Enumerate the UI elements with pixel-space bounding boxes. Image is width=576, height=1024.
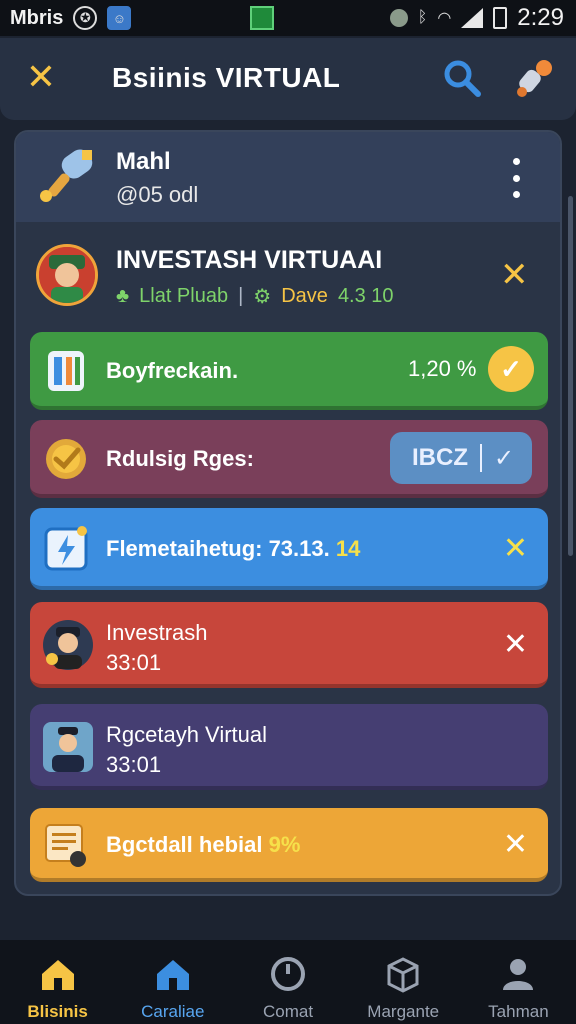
bluetooth-icon: ᛒ xyxy=(417,9,428,26)
row-sub: 33:01 xyxy=(106,752,162,777)
app-notification-icon: ☺ xyxy=(107,6,132,30)
meta-right-value: 4.3 10 xyxy=(337,285,394,307)
certificate-icon xyxy=(45,824,86,867)
signal-icon xyxy=(461,8,484,28)
close-icon[interactable]: ✕ xyxy=(503,630,528,660)
rocket-icon[interactable] xyxy=(510,54,558,102)
nav-label: Tahman xyxy=(488,1002,549,1021)
list-item[interactable]: Boyfreckain. 1,20 % ✓ xyxy=(30,332,548,410)
close-icon[interactable]: ✕ xyxy=(503,830,528,860)
nav-item-house[interactable]: Caraliae xyxy=(115,940,230,1024)
row-label: Bgctdall hebial xyxy=(106,832,263,857)
row-sub: 33:01 xyxy=(106,650,162,675)
account-subtitle: @05 odl xyxy=(116,182,199,207)
row-highlight: 9% xyxy=(268,832,301,857)
home-icon xyxy=(41,960,74,990)
clock-icon xyxy=(271,957,305,991)
pill-text: IBCZ xyxy=(412,444,468,471)
row-label: Rgcetayh Virtual xyxy=(106,722,268,747)
lightning-icon xyxy=(44,526,88,571)
code-toggle[interactable]: IBCZ ✓ xyxy=(390,432,532,484)
avatar xyxy=(36,244,98,306)
meta-divider: | xyxy=(238,285,244,307)
brush-icon xyxy=(40,149,93,202)
nav-item-clock[interactable]: Comat xyxy=(230,940,345,1024)
row-highlight: 14 xyxy=(335,536,361,561)
nav-item-box[interactable]: Margante xyxy=(346,940,461,1024)
carrier-label: Mbris xyxy=(10,6,64,29)
meta-right-label: Dave xyxy=(281,285,328,307)
badge-check-icon xyxy=(46,439,86,479)
list-item[interactable]: Bgctdall hebial 9% ✕ xyxy=(30,808,548,882)
scrollbar[interactable] xyxy=(568,196,573,556)
document-icon xyxy=(48,351,84,391)
gear-icon: ⚙ xyxy=(253,286,272,308)
battery-icon xyxy=(493,7,508,29)
row-label: Rdulsig Rges: xyxy=(106,446,254,471)
nav-label: Caraliae xyxy=(141,1002,205,1021)
clock-time: 2:29 xyxy=(517,4,564,31)
status-dot-icon xyxy=(389,9,408,27)
account-card[interactable]: Mahl @05 odl xyxy=(16,132,560,222)
profile-title: INVESTASH VIRTUAAI xyxy=(116,246,383,274)
person-avatar-icon xyxy=(39,247,95,303)
list-item[interactable]: Investrash 33:01 ✕ xyxy=(30,602,548,688)
row-label: Investrash xyxy=(106,620,208,645)
bottom-nav: Blisinis Caraliae Comat Margante Tahman xyxy=(0,940,576,1024)
more-options-icon[interactable] xyxy=(506,158,526,198)
account-name: Mahl xyxy=(116,148,171,175)
nav-item-user[interactable]: Tahman xyxy=(461,940,576,1024)
list-item[interactable]: Rdulsig Rges: IBCZ ✓ xyxy=(30,420,548,498)
main-panel: Mahl @05 odl INVESTASH VIRTUAAI ♣ Llat P… xyxy=(14,130,562,896)
list-item[interactable]: Rgcetayh Virtual 33:01 xyxy=(30,704,548,790)
person-avatar-icon xyxy=(43,620,93,670)
pill-divider xyxy=(480,444,482,472)
box-icon xyxy=(387,957,419,993)
user-icon xyxy=(503,959,534,990)
wifi-icon: ◠ xyxy=(437,10,452,27)
row-label: Flemetaihetug: 73.13. xyxy=(106,536,330,561)
profile-meta: ♣ Llat Pluab | ⚙ Dave 4.3 10 xyxy=(116,284,394,309)
person-avatar-icon xyxy=(43,722,93,772)
row-label: Boyfreckain. xyxy=(106,358,239,383)
nav-label: Margante xyxy=(367,1002,440,1021)
profile-header: INVESTASH VIRTUAAI ♣ Llat Pluab | ⚙ Dave… xyxy=(16,228,560,328)
house-icon xyxy=(156,960,189,990)
notification-icon: ✪ xyxy=(73,6,98,30)
meta-left: Llat Pluab xyxy=(139,285,229,307)
nav-label: Blisinis xyxy=(27,1002,88,1021)
status-bar: Mbris ✪ ☺ ᛒ ◠ 2:29 xyxy=(0,0,576,36)
close-icon[interactable]: ✕ xyxy=(503,534,528,564)
image-notification-icon xyxy=(250,6,274,30)
plant-icon: ♣ xyxy=(116,285,130,307)
close-icon[interactable]: ✕ xyxy=(500,258,529,292)
close-icon[interactable]: ✕ xyxy=(24,59,58,95)
nav-item-home[interactable]: Blisinis xyxy=(0,940,115,1024)
check-icon: ✓ xyxy=(494,444,515,472)
row-value: 1,20 % xyxy=(408,356,477,381)
top-app-bar: ✕ Bsiinis VIRTUAL xyxy=(0,38,576,120)
nav-label: Comat xyxy=(262,1002,314,1021)
check-icon[interactable]: ✓ xyxy=(488,346,534,392)
search-icon[interactable] xyxy=(442,58,482,98)
page-title: Bsiinis VIRTUAL xyxy=(112,62,341,93)
list-item[interactable]: Flemetaihetug: 73.13. 14 ✕ xyxy=(30,508,548,590)
